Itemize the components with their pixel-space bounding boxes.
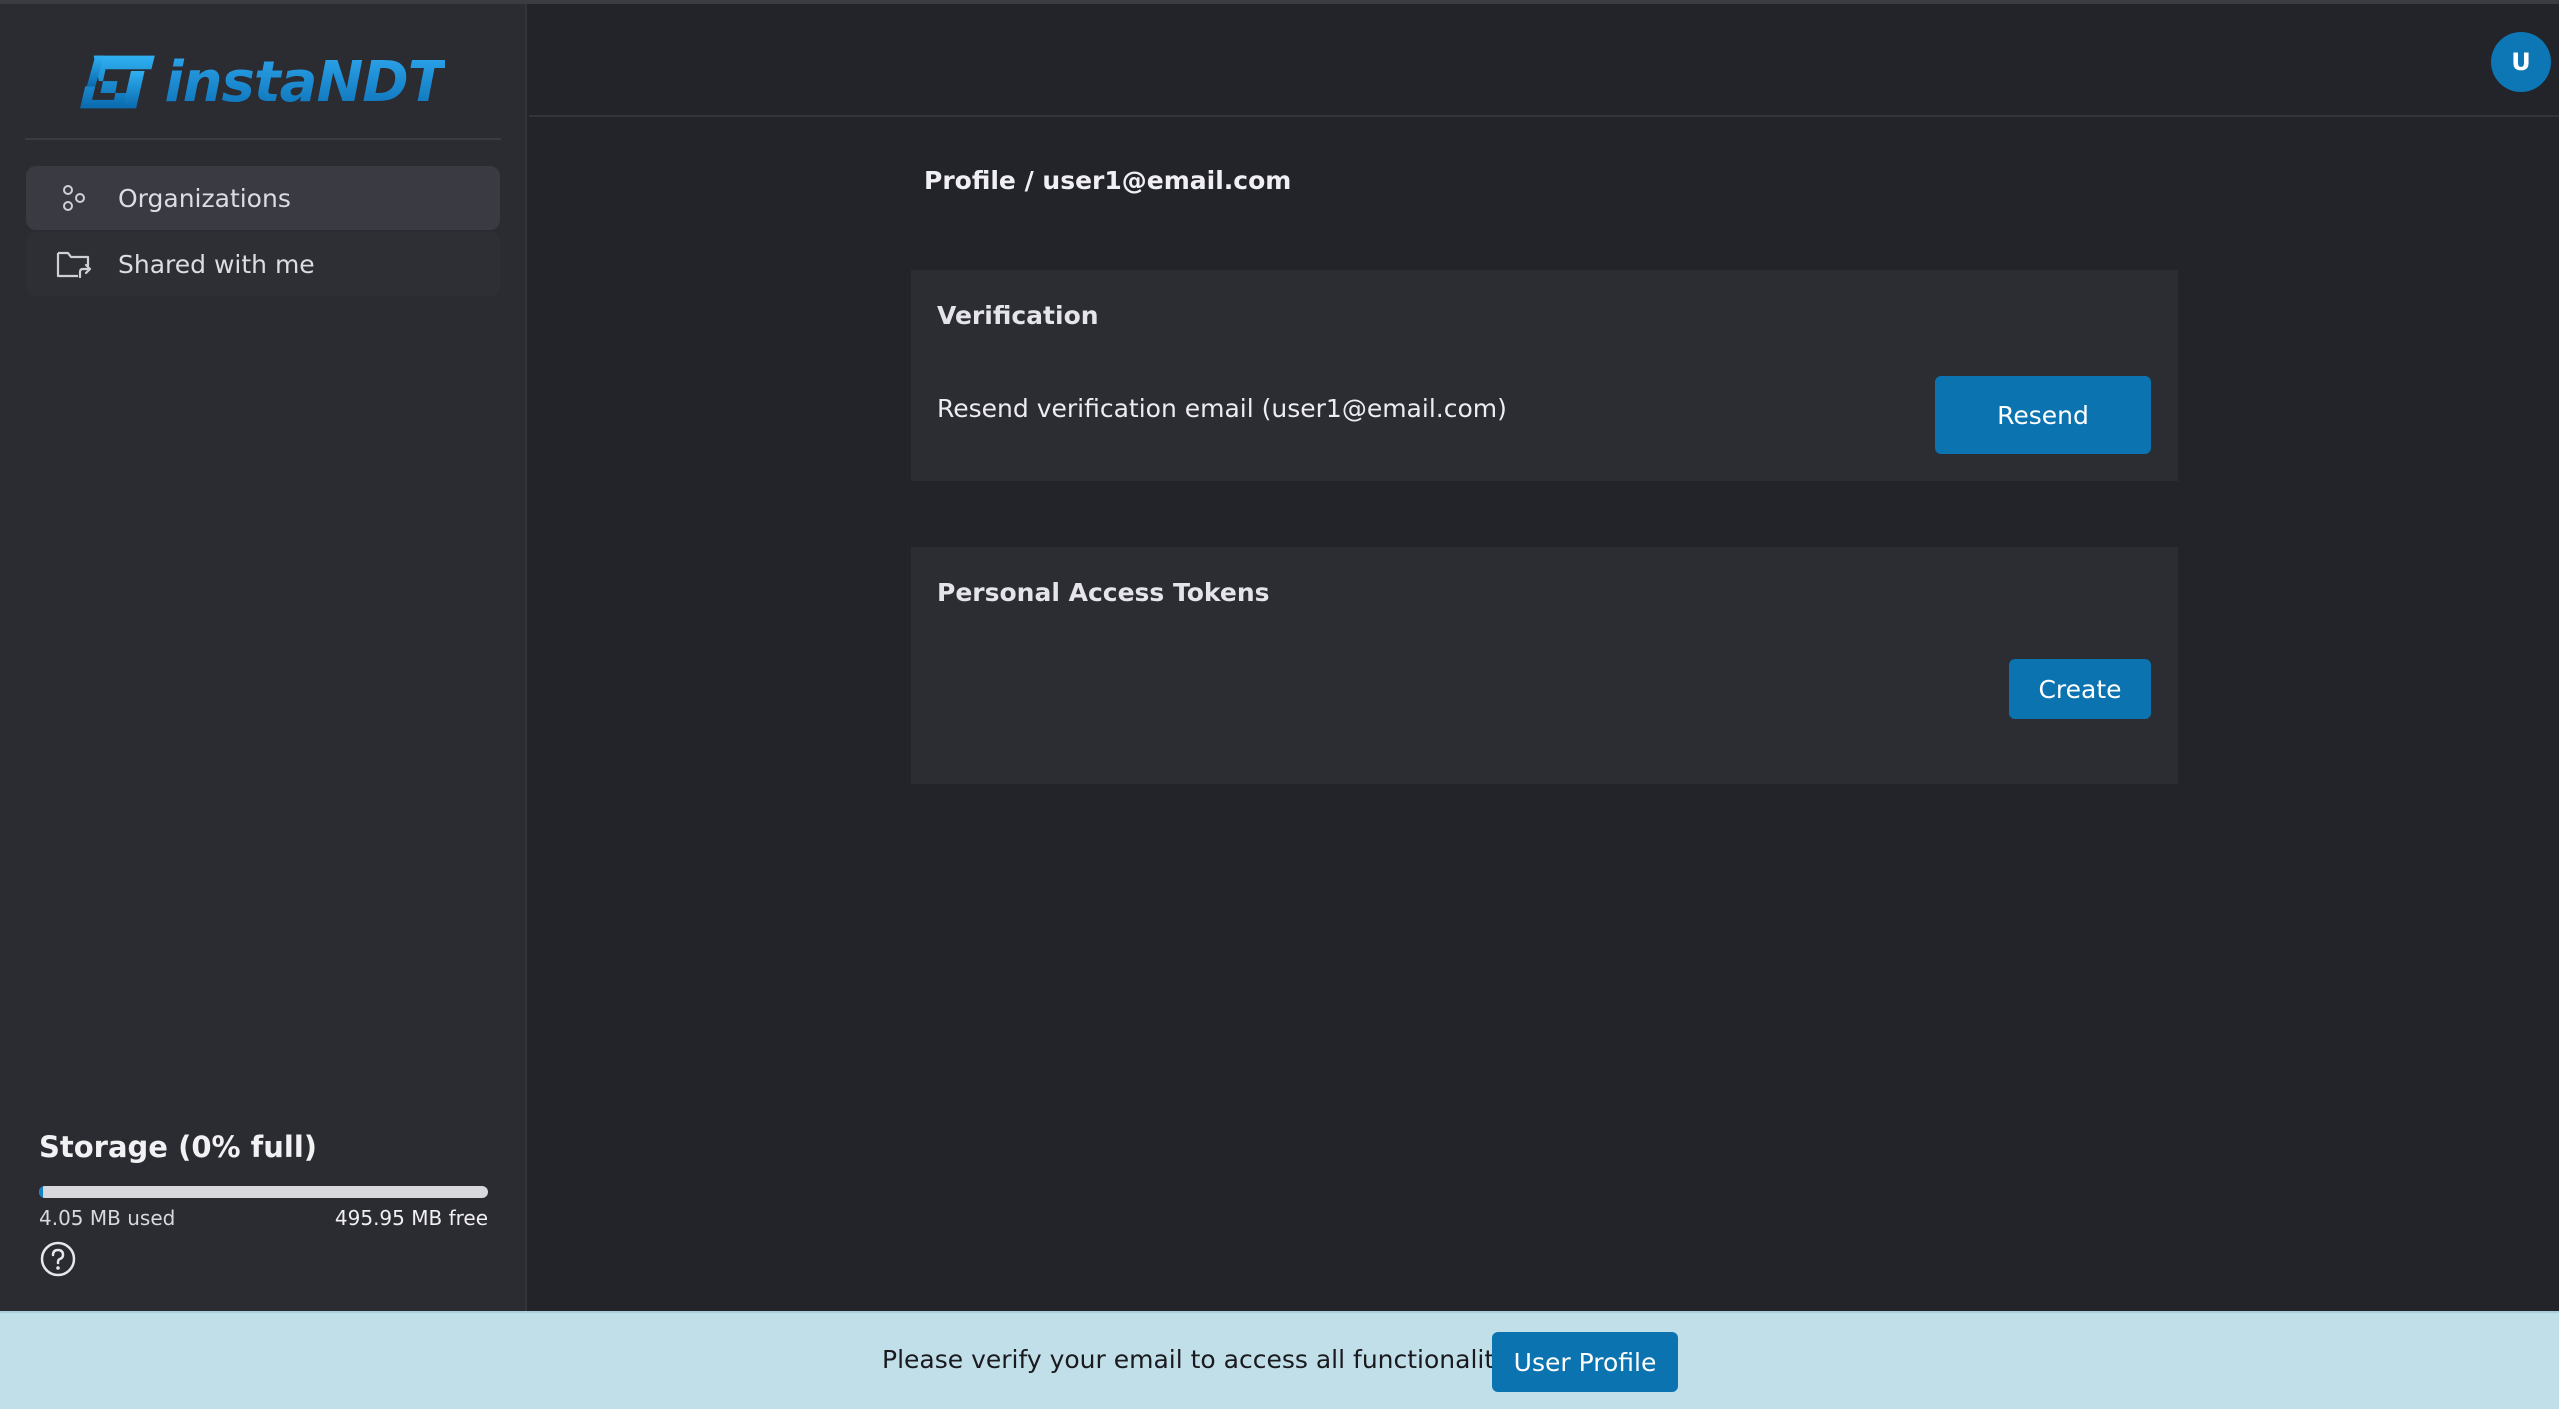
- storage-title: Storage (0% full): [39, 1130, 318, 1164]
- sidebar-item-shared-with-me[interactable]: Shared with me: [26, 232, 500, 296]
- storage-panel: Storage (0% full) 4.05 MB used 495.95 MB…: [39, 1130, 488, 1282]
- brand-logo-text: instaNDT: [164, 49, 446, 115]
- storage-used: 4.05 MB used: [39, 1206, 176, 1230]
- resend-button[interactable]: Resend: [1935, 376, 2151, 454]
- breadcrumb: Profile / user1@email.com: [924, 166, 1292, 195]
- verification-title: Verification: [937, 301, 1099, 330]
- sidebar-item-label: Shared with me: [118, 249, 315, 279]
- shared-folder-icon: [54, 244, 94, 284]
- storage-progress-bar: [39, 1186, 488, 1198]
- storage-usage-row: 4.05 MB used 495.95 MB free: [39, 1206, 488, 1230]
- verification-card: Verification Resend verification email (…: [911, 270, 2178, 481]
- instandt-logo-icon: [80, 55, 155, 109]
- sidebar-item-organizations[interactable]: Organizations: [26, 166, 500, 230]
- personal-access-tokens-title: Personal Access Tokens: [937, 578, 1270, 607]
- sidebar-item-label: Organizations: [118, 183, 291, 213]
- verification-text: Resend verification email (user1@email.c…: [937, 394, 1507, 423]
- app-window: instaNDT Organizations Shared with me St…: [0, 0, 2559, 1409]
- storage-progress-fill: [39, 1186, 43, 1198]
- top-bar: U: [529, 4, 2559, 117]
- sidebar-divider: [25, 138, 501, 140]
- verify-email-banner: Please verify your email to access all f…: [0, 1311, 2559, 1409]
- organizations-icon: [54, 178, 94, 218]
- sidebar: instaNDT Organizations Shared with me St…: [0, 4, 527, 1311]
- storage-free: 495.95 MB free: [334, 1206, 488, 1230]
- banner-message: Please verify your email to access all f…: [882, 1345, 1530, 1374]
- user-profile-button[interactable]: User Profile: [1492, 1332, 1678, 1392]
- brand-logo[interactable]: instaNDT: [75, 44, 446, 120]
- create-token-button[interactable]: Create: [2009, 659, 2151, 719]
- help-icon[interactable]: [39, 1240, 77, 1278]
- personal-access-tokens-card: Personal Access Tokens Create: [911, 547, 2178, 784]
- user-avatar[interactable]: U: [2491, 32, 2551, 92]
